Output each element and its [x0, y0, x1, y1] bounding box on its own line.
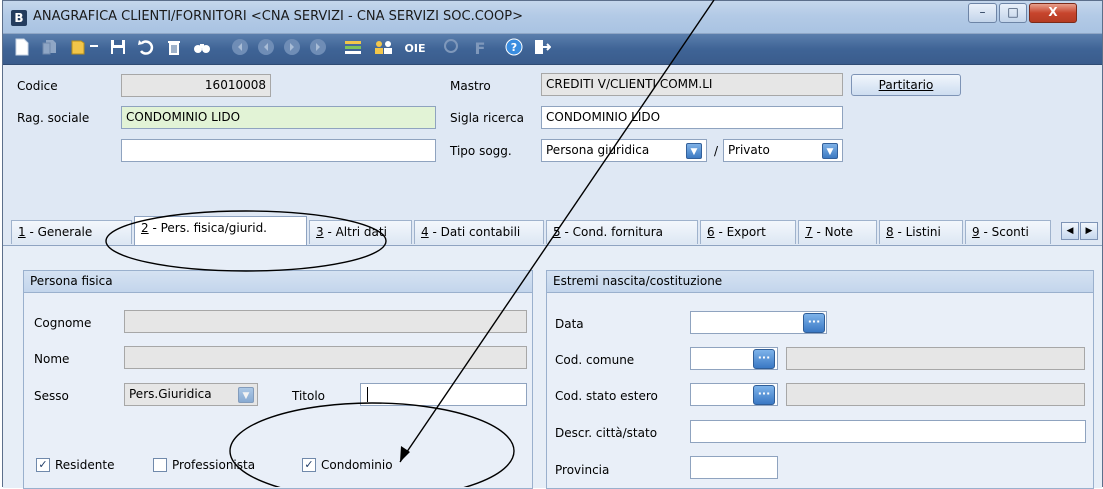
exit-icon[interactable] [531, 38, 553, 60]
partitario-button[interactable]: Partitario [851, 74, 961, 96]
tipo-sogg-value: Persona giuridica [546, 143, 650, 157]
sigla-ricerca-label: Sigla ricerca [450, 111, 524, 125]
rag-sociale-extra-field[interactable] [121, 139, 436, 162]
mastro-label: Mastro [450, 79, 491, 93]
sigla-ricerca-field[interactable]: CONDOMINIO LIDO [541, 106, 843, 129]
tab-generale[interactable]: 1 - Generale [11, 220, 132, 244]
tipo-sogg-label: Tipo sogg. [450, 144, 512, 158]
tab-note[interactable]: 7 - Note [798, 220, 877, 244]
condominio-label: Condominio [321, 458, 393, 472]
help-icon[interactable]: ? [503, 38, 525, 60]
tab-scroll-left-icon[interactable]: ◀ [1061, 222, 1079, 240]
rag-sociale-field[interactable]: CONDOMINIO LIDO [121, 106, 436, 129]
nome-label: Nome [34, 352, 70, 366]
tab-export[interactable]: 6 - Export [700, 220, 796, 244]
provincia-field[interactable] [690, 456, 778, 479]
minimize-button[interactable]: – [968, 3, 997, 23]
titolo-label: Titolo [292, 389, 326, 403]
cod-stato-desc-field [786, 383, 1085, 406]
tab-strip: 1 - Generale 2 - Pers. fisica/giurid. 3 … [3, 213, 1102, 245]
tab-altri-dati[interactable]: 3 - Altri dati [309, 220, 412, 244]
tab-pers-fisica[interactable]: 2 - Pers. fisica/giurid. [134, 216, 307, 245]
text-cursor [367, 387, 368, 402]
professionista-label: Professionista [172, 458, 256, 472]
main-window: B ANAGRAFICA CLIENTI/FORNITORI <CNA SERV… [2, 0, 1103, 489]
cod-comune-desc-field [786, 347, 1085, 370]
tipo-sogg-dropdown-icon[interactable]: ▼ [686, 143, 702, 159]
prev-icon[interactable] [255, 38, 277, 60]
tab-content: Persona fisica Cognome Nome Sesso Pers.G… [3, 245, 1102, 489]
users-icon[interactable] [373, 38, 395, 60]
provincia-label: Provincia [555, 463, 610, 477]
oie-icon[interactable]: OIE [401, 38, 429, 60]
partitario-label: Partitario [878, 78, 934, 92]
cod-comune-label: Cod. comune [555, 353, 635, 367]
toolbar: OIE F ? [3, 34, 1102, 65]
next-icon[interactable] [281, 38, 303, 60]
first-icon[interactable] [229, 38, 251, 60]
find-icon[interactable] [191, 38, 213, 60]
codice-field[interactable]: 16010008 [121, 74, 271, 97]
tipo-privato-dropdown-icon[interactable]: ▼ [822, 143, 838, 159]
delete-icon[interactable] [163, 38, 185, 60]
cod-stato-label: Cod. stato estero [555, 389, 658, 403]
mastro-field[interactable]: CREDITI V/CLIENTI COMM.LI [541, 73, 843, 96]
search-disabled-icon[interactable] [441, 38, 463, 60]
tipo-privato-value: Privato [728, 143, 770, 157]
list-icon[interactable] [343, 38, 365, 60]
nome-field[interactable] [124, 346, 527, 369]
title-bar: B ANAGRAFICA CLIENTI/FORNITORI <CNA SERV… [3, 1, 1102, 34]
persona-fisica-group: Persona fisica Cognome Nome Sesso Pers.G… [23, 270, 533, 489]
professionista-checkbox[interactable] [153, 458, 167, 472]
open-icon[interactable] [67, 38, 89, 60]
cognome-label: Cognome [34, 316, 92, 330]
last-icon[interactable] [307, 38, 329, 60]
sesso-label: Sesso [34, 389, 69, 403]
titolo-field[interactable] [360, 383, 527, 406]
header-form: Codice 16010008 Rag. sociale CONDOMINIO … [3, 66, 1102, 213]
descr-citta-label: Descr. città/stato [555, 426, 658, 440]
rag-sociale-label: Rag. sociale [17, 111, 90, 125]
dropdown-icon[interactable] [87, 38, 101, 60]
tab-dati-contabili[interactable]: 4 - Dati contabili [414, 220, 544, 244]
sesso-dropdown-icon[interactable]: ▼ [238, 387, 254, 403]
descr-citta-field[interactable] [690, 420, 1086, 443]
persona-fisica-title: Persona fisica [24, 271, 532, 293]
undo-icon[interactable] [135, 38, 157, 60]
app-icon: B [11, 10, 27, 26]
save-icon[interactable] [107, 38, 129, 60]
estremi-group: Estremi nascita/costituzione Data ··· Co… [546, 270, 1094, 489]
tab-sconti[interactable]: 9 - Sconti [965, 220, 1051, 244]
window-title: ANAGRAFICA CLIENTI/FORNITORI <CNA SERVIZ… [33, 9, 524, 24]
data-picker-icon[interactable]: ··· [803, 313, 825, 333]
tab-scroll-right-icon[interactable]: ▶ [1080, 222, 1098, 240]
new-icon[interactable] [11, 38, 33, 60]
residente-checkbox[interactable]: ✓ [36, 458, 50, 472]
maximize-button[interactable]: □ [999, 3, 1027, 23]
copy-icon[interactable] [39, 38, 61, 60]
cod-stato-lookup-icon[interactable]: ··· [753, 385, 775, 405]
filter-icon[interactable]: F [469, 38, 491, 60]
tab-cond-fornitura[interactable]: 5 - Cond. fornitura [546, 220, 698, 244]
estremi-title: Estremi nascita/costituzione [547, 271, 1093, 293]
tab-listini[interactable]: 8 - Listini [879, 220, 963, 244]
close-button[interactable]: X [1029, 3, 1077, 23]
svg-text:?: ? [511, 41, 517, 54]
cognome-field[interactable] [124, 310, 527, 333]
tipo-separator: / [714, 144, 719, 158]
data-label: Data [555, 317, 584, 331]
tipo-sogg-select[interactable]: Persona giuridica [541, 139, 707, 162]
residente-label: Residente [55, 458, 115, 472]
codice-label: Codice [17, 79, 58, 93]
cod-comune-lookup-icon[interactable]: ··· [753, 349, 775, 369]
sesso-value: Pers.Giuridica [129, 387, 212, 401]
condominio-checkbox[interactable]: ✓ [302, 458, 316, 472]
